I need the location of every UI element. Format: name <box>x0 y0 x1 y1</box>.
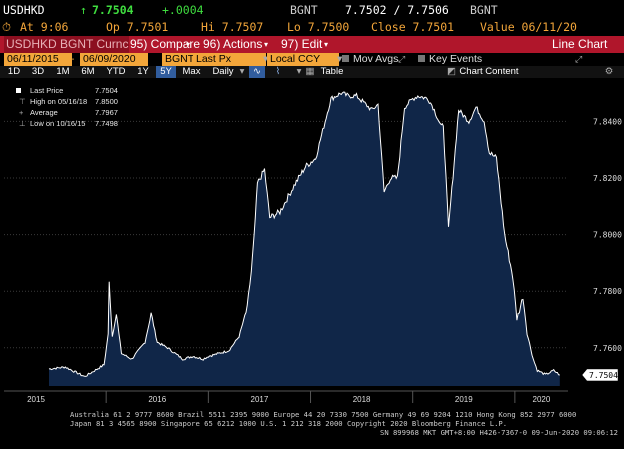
start-date-input[interactable]: 06/11/2015 <box>4 53 72 66</box>
footer-contacts-1: Australia 61 2 9777 8600 Brazil 5511 239… <box>70 410 577 419</box>
checkbox-icon <box>418 55 425 62</box>
key-events-toggle[interactable]: Key Events <box>418 53 482 66</box>
x-tick-label: 2016 <box>148 395 166 404</box>
last-price-swatch <box>16 88 21 93</box>
up-arrow-icon: ↑ <box>80 3 87 17</box>
period-3d[interactable]: 3D <box>27 66 49 78</box>
footer-contacts-2: Japan 81 3 4565 8900 Singapore 65 6212 1… <box>70 419 508 428</box>
session-line: ⏱ At 9:06 Op 7.7501 Hi 7.7507 Lo 7.7500 … <box>0 19 624 34</box>
mov-avgs-toggle[interactable]: Mov Avgs <box>342 53 398 66</box>
clock-icon: ⏱ <box>2 20 11 34</box>
high-price: Hi 7.7507 <box>201 20 264 34</box>
view-title: Line Chart <box>552 37 608 51</box>
average-marker-icon: + <box>19 108 24 117</box>
actions-button[interactable]: 96) Actions <box>203 36 262 53</box>
period-1y[interactable]: 1Y <box>133 66 153 78</box>
edit-dropdown-icon[interactable]: ▾ <box>324 36 328 53</box>
function-toolbar: USDHKD BGNT Curnc 95) Compare ▾ 96) Acti… <box>0 36 624 53</box>
checkbox-icon <box>342 55 349 62</box>
legend-last-price-label: Last Price <box>30 86 63 95</box>
key-events-label: Key Events <box>429 53 483 65</box>
period-5y[interactable]: 5Y <box>156 66 176 78</box>
low-marker-icon: ⊥ <box>19 119 26 128</box>
frequency-dropdown-icon[interactable]: ▾ <box>238 66 246 78</box>
x-tick-label: 2019 <box>455 395 473 404</box>
frequency-select[interactable]: Daily <box>208 66 238 78</box>
x-tick-label: 2020 <box>533 395 551 404</box>
x-tick-label: 2018 <box>353 395 371 404</box>
chart-settings-bar: 06/11/2015 - 06/09/2020 BGNT Last Px ▾ L… <box>0 53 624 66</box>
area-chart-icon[interactable]: ⌇ <box>270 66 286 78</box>
end-date-input[interactable]: 06/09/2020 <box>80 53 148 66</box>
source-input[interactable]: BGNT <box>162 53 195 66</box>
period-ytd[interactable]: YTD <box>102 66 130 78</box>
last-value-tag: 7.7504 <box>581 368 619 382</box>
actions-dropdown-icon[interactable]: ▾ <box>264 36 268 53</box>
edit-button[interactable]: 97) Edit <box>281 36 322 53</box>
legend-high-value: 7.8500 <box>95 97 118 106</box>
y-tick-label: 7.8400 <box>593 117 622 126</box>
settings-gear-icon[interactable]: ⚙ <box>604 66 614 78</box>
legend-low-label: Low on 10/16/15 <box>30 119 85 128</box>
quote-line: USDHKD ↑ 7.7504 +.0004 BGNT 7.7502 / 7.7… <box>0 0 624 19</box>
y-tick-label: 7.8000 <box>593 231 622 240</box>
legend-low-value: 7.7498 <box>95 119 118 128</box>
legend-average-value: 7.7967 <box>95 108 118 117</box>
bid-ask: 7.7502 / 7.7506 <box>345 3 449 17</box>
ticker: USDHKD <box>3 3 45 17</box>
x-tick-label: 2017 <box>251 395 269 404</box>
close-price: Close 7.7501 <box>371 20 455 34</box>
pricing-source-2: BGNT <box>470 3 498 17</box>
date-separator: - <box>71 53 75 65</box>
y-tick-label: 7.7600 <box>593 344 622 353</box>
line-chart-icon[interactable]: ∿ <box>249 66 265 78</box>
y-tick-label: 7.8200 <box>593 174 622 183</box>
security-field[interactable]: USDHKD BGNT Curnc <box>4 36 129 53</box>
period-max[interactable]: Max <box>179 66 204 78</box>
last-value-label: 7.7504 <box>589 371 618 380</box>
expand-icon[interactable]: ⤢ <box>575 53 582 66</box>
price-chart[interactable]: 7.7600 7.7800 7.8000 7.8200 7.8400 2015 2016 2… <box>0 80 624 410</box>
table-icon[interactable]: ▦ <box>305 66 315 78</box>
currency-select[interactable]: Local CCY <box>267 53 339 66</box>
table-button[interactable]: Table <box>317 66 347 78</box>
legend-last-price-value: 7.7504 <box>95 86 118 95</box>
mov-avgs-label: Mov Avgs <box>353 53 399 65</box>
open-price: Op 7.7501 <box>106 20 169 34</box>
chart-style-dropdown-icon[interactable]: ▾ <box>293 66 305 78</box>
x-tick-label: 2015 <box>27 395 45 404</box>
period-1m[interactable]: 1M <box>52 66 74 78</box>
footer: Australia 61 2 9777 8600 Brazil 5511 239… <box>0 408 624 449</box>
y-tick-label: 7.7800 <box>593 287 622 296</box>
period-6m[interactable]: 6M <box>77 66 99 78</box>
pricing-source: BGNT <box>290 3 318 17</box>
legend-high-label: High on 05/16/18 <box>30 97 87 106</box>
value-date: Value 06/11/20 <box>480 20 577 34</box>
compare-dropdown-icon[interactable]: ▾ <box>186 36 190 53</box>
chart-content-icon[interactable]: ◩ <box>447 66 456 78</box>
quote-time: At 9:06 <box>20 20 69 34</box>
field-select[interactable]: Last Px <box>193 53 266 66</box>
period-1d[interactable]: 1D <box>4 66 24 78</box>
chart-content-button[interactable]: Chart Content <box>458 66 520 78</box>
mov-avgs-expand-icon[interactable]: ⤢ <box>398 53 405 66</box>
footer-session-info: SN 899968 MKT GMT+8:00 H426-7367-0 09-Ju… <box>380 428 618 437</box>
low-price: Lo 7.7500 <box>287 20 350 34</box>
legend-average-label: Average <box>30 108 58 117</box>
high-marker-icon: ⊤ <box>19 97 26 106</box>
period-bar: 1D 3D 1M 6M YTD 1Y 5Y Max Daily ▾ ∿ ⌇ ▾ … <box>0 66 624 78</box>
net-change: +.0004 <box>162 3 204 17</box>
last-price: 7.7504 <box>92 3 134 17</box>
